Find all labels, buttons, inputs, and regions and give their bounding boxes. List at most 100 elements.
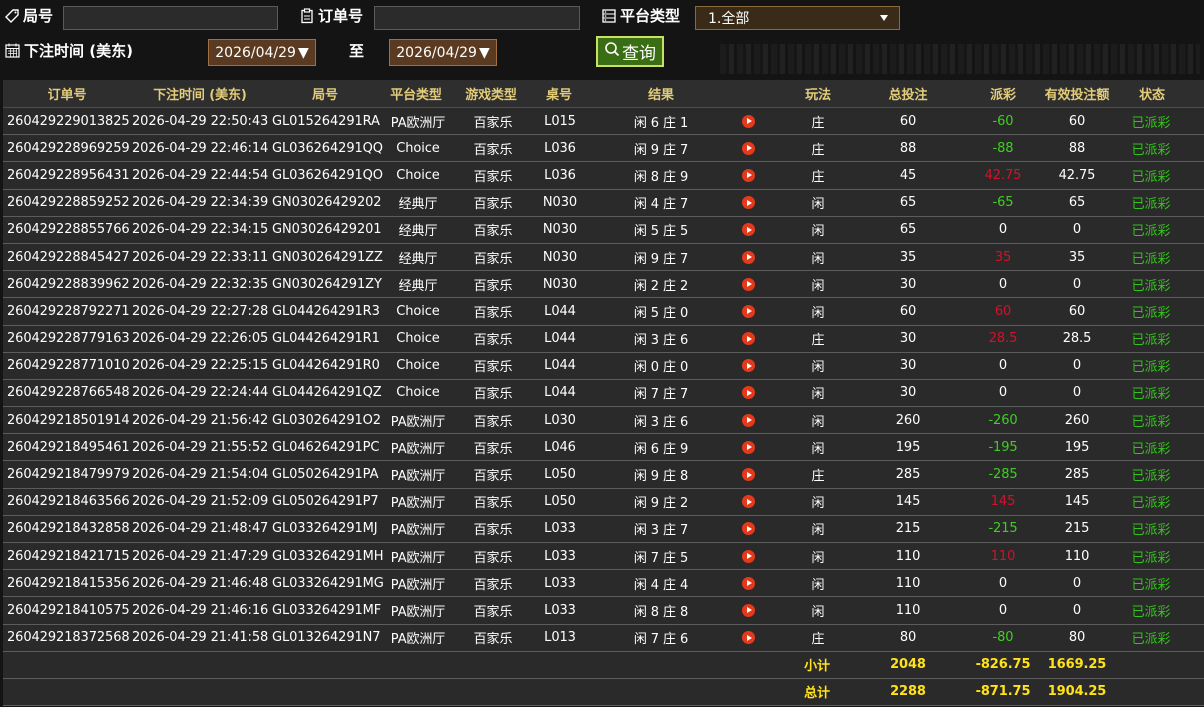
- cell-result: 闲 8 庄 8: [633, 604, 689, 620]
- replay-button[interactable]: [738, 162, 758, 188]
- replay-button[interactable]: [738, 326, 758, 352]
- cell-order-no[interactable]: 260429218495461: [7, 434, 131, 460]
- cell-order-no[interactable]: 260429228839962: [7, 271, 131, 297]
- play-icon: [741, 277, 755, 291]
- col-header-time[interactable]: 下注时间 (美东): [131, 80, 269, 107]
- cell-order-no[interactable]: 260429228771010: [7, 353, 131, 379]
- cell-game-no[interactable]: GL033264291MJ: [272, 516, 384, 542]
- replay-button[interactable]: [738, 543, 758, 569]
- search-button[interactable]: 查询: [596, 36, 664, 67]
- cell-bet-time: 2026-04-29 21:46:16: [132, 602, 269, 618]
- replay-button[interactable]: [738, 516, 758, 542]
- replay-button[interactable]: [738, 108, 758, 134]
- cell-play: 闲: [811, 577, 825, 593]
- table-row: 260429228855766 2026-04-29 22:34:15 GN0302…: [3, 216, 1204, 244]
- cell-result: 闲 3 庄 7: [633, 523, 689, 539]
- cell-game-no[interactable]: GL044264291QZ: [272, 380, 384, 406]
- cell-game-no[interactable]: GL044264291R1: [272, 326, 384, 352]
- cell-game-no[interactable]: GN030264291ZY: [272, 271, 384, 297]
- col-header-payout[interactable]: 派彩: [973, 80, 1033, 107]
- col-header-total-bet[interactable]: 总投注: [883, 80, 933, 107]
- cell-order-no[interactable]: 260429218501914: [7, 407, 131, 433]
- cell-order-no[interactable]: 260429218372568: [7, 625, 131, 651]
- cell-game-no[interactable]: GL044264291R3: [272, 298, 384, 324]
- play-icon: [741, 332, 755, 346]
- replay-button[interactable]: [738, 570, 758, 596]
- order-no-input[interactable]: [374, 6, 580, 30]
- cell-order-no[interactable]: 260429228779163: [7, 326, 131, 352]
- cell-game-no[interactable]: GL013264291N7: [272, 625, 384, 651]
- replay-button[interactable]: [738, 135, 758, 161]
- col-header-valid-bet[interactable]: 有效投注额: [1033, 80, 1121, 107]
- cell-game-type: 百家乐: [473, 251, 513, 267]
- total-row: 总计 2288 -871.75 1904.25: [3, 678, 1204, 706]
- cell-order-no[interactable]: 260429228956431: [7, 162, 131, 188]
- caret-down-icon: ▼: [297, 44, 309, 61]
- cell-order-no[interactable]: 260429229013825: [7, 108, 131, 134]
- cell-order-no[interactable]: 260429228969259: [7, 135, 131, 161]
- cell-payout: 0: [998, 575, 1008, 591]
- cell-total-bet: 30: [899, 358, 917, 374]
- replay-button[interactable]: [738, 407, 758, 433]
- cell-game-no[interactable]: GL050264291PA: [272, 461, 384, 487]
- replay-button[interactable]: [738, 380, 758, 406]
- cell-order-no[interactable]: 260429218432858: [7, 516, 131, 542]
- cell-game-no[interactable]: GL033264291MF: [272, 597, 384, 623]
- cell-order-no[interactable]: 260429218479979: [7, 461, 131, 487]
- cell-valid-bet: 145: [1064, 494, 1090, 510]
- cell-game-no[interactable]: GL046264291PC: [272, 434, 384, 460]
- cell-valid-bet: 80: [1068, 630, 1086, 646]
- cell-order-no[interactable]: 260429218463566: [7, 489, 131, 515]
- replay-button[interactable]: [738, 271, 758, 297]
- cell-status: 已派彩: [1131, 142, 1171, 158]
- cell-order-no[interactable]: 260429218415356: [7, 570, 131, 596]
- cell-bet-time: 2026-04-29 22:26:05: [132, 331, 269, 347]
- cell-order-no[interactable]: 260429218410575: [7, 597, 131, 623]
- cell-game-no[interactable]: GL033264291MH: [272, 543, 384, 569]
- cell-valid-bet: 88: [1068, 140, 1086, 156]
- replay-button[interactable]: [738, 244, 758, 270]
- col-header-play[interactable]: 玩法: [763, 80, 873, 107]
- cell-game-no[interactable]: GL044264291R0: [272, 353, 384, 379]
- cell-table-no: L046: [544, 439, 576, 455]
- game-no-input[interactable]: [63, 6, 278, 30]
- col-header-result[interactable]: 结果: [587, 80, 735, 107]
- col-header-order[interactable]: 订单号: [3, 80, 131, 107]
- cell-order-no[interactable]: 260429228766548: [7, 380, 131, 406]
- replay-button[interactable]: [738, 461, 758, 487]
- replay-button[interactable]: [738, 625, 758, 651]
- cell-order-no[interactable]: 260429228855766: [7, 217, 131, 243]
- cell-order-no[interactable]: 260429228792271: [7, 298, 131, 324]
- cell-game-no[interactable]: GL015264291RA: [272, 108, 384, 134]
- cell-order-no[interactable]: 260429218421715: [7, 543, 131, 569]
- cell-play: 闲: [811, 278, 825, 294]
- replay-button[interactable]: [738, 489, 758, 515]
- cell-play: 庄: [811, 469, 825, 485]
- replay-button[interactable]: [738, 597, 758, 623]
- cell-order-no[interactable]: 260429228859252: [7, 190, 131, 216]
- cell-payout: 42.75: [984, 167, 1022, 183]
- col-header-status[interactable]: 状态: [1121, 80, 1183, 107]
- cell-game-no[interactable]: GN030264291ZZ: [272, 244, 384, 270]
- cell-order-no[interactable]: 260429228845427: [7, 244, 131, 270]
- replay-button[interactable]: [738, 434, 758, 460]
- cell-game-no[interactable]: GN03026429201: [272, 217, 384, 243]
- col-header-game-no[interactable]: 局号: [269, 80, 381, 107]
- date-from-select[interactable]: 2026/04/29 ▼: [208, 39, 316, 66]
- replay-button[interactable]: [738, 298, 758, 324]
- cell-game-no[interactable]: GL033264291MG: [272, 570, 384, 596]
- platform-select[interactable]: 1.全部: [695, 6, 900, 30]
- replay-button[interactable]: [738, 353, 758, 379]
- cell-game-no[interactable]: GL030264291O2: [272, 407, 384, 433]
- cell-total-bet: 110: [895, 575, 921, 591]
- cell-game-no[interactable]: GL036264291QQ: [272, 135, 384, 161]
- col-header-platform[interactable]: 平台类型: [381, 80, 451, 107]
- cell-game-no[interactable]: GL036264291QO: [272, 162, 384, 188]
- replay-button[interactable]: [738, 190, 758, 216]
- col-header-table-no[interactable]: 桌号: [531, 80, 587, 107]
- date-to-select[interactable]: 2026/04/29 ▼: [389, 39, 497, 66]
- replay-button[interactable]: [738, 217, 758, 243]
- cell-game-no[interactable]: GN03026429202: [272, 190, 384, 216]
- col-header-game-type[interactable]: 游戏类型: [451, 80, 531, 107]
- cell-game-no[interactable]: GL050264291P7: [272, 489, 384, 515]
